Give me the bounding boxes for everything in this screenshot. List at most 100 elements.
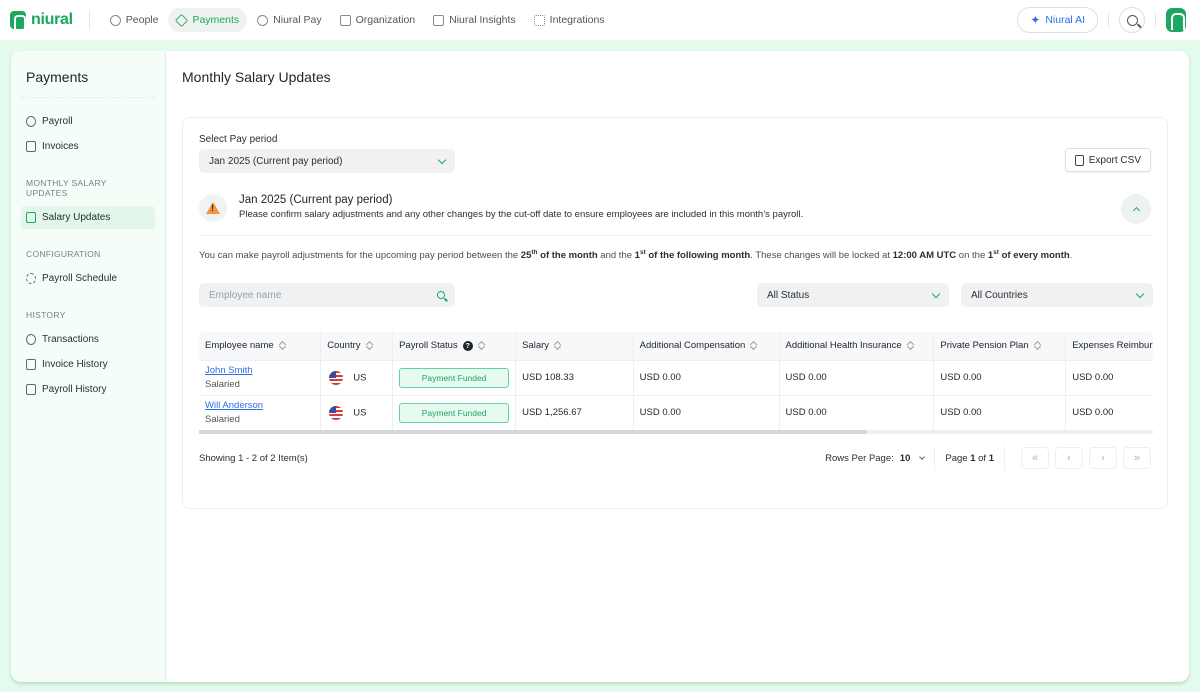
next-page-button[interactable]: ›	[1089, 447, 1117, 469]
table-header-row: Employee name Country Payroll Status? Sa…	[199, 332, 1153, 360]
divider	[1004, 446, 1005, 470]
page-indicator: Page 1 of 1	[945, 453, 994, 464]
salary-cell: USD 1,256.67	[515, 394, 634, 430]
help-icon[interactable]: ?	[462, 340, 473, 351]
chevron-down-icon	[1135, 289, 1145, 298]
collapse-alert-button[interactable]	[1121, 194, 1151, 224]
country-filter-select[interactable]: All Countries	[961, 283, 1153, 307]
sidebar-item-invoices[interactable]: Invoices	[21, 135, 155, 158]
niural-logo-icon	[10, 11, 26, 29]
sort-icon[interactable]	[279, 341, 286, 350]
country-code: US	[353, 372, 367, 384]
nav-item-niural-insights[interactable]: Niural Insights	[425, 8, 524, 32]
topbar-actions: ✦ Niural AI	[1017, 7, 1186, 33]
additional-compensation-cell: USD 0.00	[633, 359, 780, 395]
sort-icon[interactable]	[478, 341, 485, 350]
last-page-button[interactable]: »	[1123, 447, 1151, 469]
column-header-country[interactable]: Country	[320, 332, 394, 360]
scrollbar-thumb[interactable]	[199, 430, 867, 434]
us-flag-icon	[329, 405, 344, 420]
previous-page-button[interactable]: ‹	[1055, 447, 1083, 469]
column-label: Salary	[522, 340, 550, 352]
info-text: of the month	[537, 250, 598, 262]
info-time: 12:00 AM UTC	[892, 250, 957, 262]
nav-item-organization[interactable]: Organization	[332, 8, 424, 32]
sidebar-item-payroll[interactable]: Payroll	[21, 110, 155, 133]
column-header-salary[interactable]: Salary	[515, 332, 634, 360]
column-header-additional-compensation[interactable]: Additional Compensation	[633, 332, 780, 360]
column-label: Employee name	[205, 340, 274, 352]
employee-cell: Will Anderson Salaried	[199, 394, 322, 430]
employee-name-link[interactable]: Will Anderson	[205, 400, 314, 411]
chevron-left-icon: ‹	[1067, 452, 1071, 464]
nav-item-niural-pay[interactable]: Niural Pay	[249, 8, 329, 32]
salary-table-wrap: Employee name Country Payroll Status? Sa…	[199, 332, 1153, 434]
chevron-down-icon	[919, 454, 926, 460]
sidebar-item-salary-updates[interactable]: Salary Updates	[21, 206, 155, 229]
divider	[1108, 12, 1109, 28]
pay-period-select[interactable]: Jan 2025 (Current pay period)	[199, 149, 455, 173]
nav-item-people[interactable]: People	[102, 8, 167, 32]
column-label: Expenses Reimbursement	[1072, 340, 1153, 352]
sidebar-item-invoice-history[interactable]: Invoice History	[21, 353, 155, 376]
money-bag-icon	[26, 116, 36, 127]
expenses-cell: USD 0.00	[1065, 359, 1153, 395]
warning-icon	[206, 202, 220, 214]
info-text: . These changes will be locked at	[750, 250, 893, 262]
column-header-private-pension-plan[interactable]: Private Pension Plan	[933, 332, 1067, 360]
sidebar-item-payroll-schedule[interactable]: Payroll Schedule	[21, 267, 155, 290]
divider	[1155, 12, 1156, 28]
column-header-payroll-status[interactable]: Payroll Status?	[392, 332, 517, 360]
sort-icon[interactable]	[750, 341, 757, 350]
nav-item-payments[interactable]: Payments	[168, 8, 248, 32]
pension-cell: USD 0.00	[933, 359, 1067, 395]
column-header-employee-name[interactable]: Employee name	[199, 332, 322, 360]
column-header-additional-health-insurance[interactable]: Additional Health Insurance	[779, 332, 935, 360]
export-csv-button[interactable]: Export CSV	[1064, 148, 1151, 172]
info-day: 25	[520, 250, 532, 262]
global-search-button[interactable]	[1119, 7, 1145, 33]
status-badge: Payment Funded	[399, 402, 510, 423]
employment-type: Salaried	[205, 414, 240, 426]
column-label: Additional Compensation	[639, 340, 746, 352]
pagination: Rows Per Page: 10 Page 1 of 1 « ‹ › »	[825, 446, 1151, 470]
sort-icon[interactable]	[1034, 341, 1041, 350]
sidebar-item-payroll-history[interactable]: Payroll History	[21, 378, 155, 401]
info-text: of every month	[998, 250, 1070, 262]
rows-per-page-select[interactable]: Rows Per Page: 10	[825, 452, 926, 464]
grid-icon	[533, 14, 545, 26]
chevron-right-icon: ›	[1101, 452, 1105, 464]
salary-list-icon	[26, 212, 36, 223]
employee-search-placeholder: Employee name	[209, 289, 282, 301]
calendar-icon	[26, 384, 36, 395]
rows-per-page-label: Rows Per Page:	[825, 452, 894, 464]
nav-item-integrations[interactable]: Integrations	[526, 8, 613, 32]
sort-icon[interactable]	[366, 341, 373, 350]
top-nav-bar: niural People Payments Niural Pay Organi…	[0, 0, 1200, 40]
sidebar-section-heading: CONFIGURATION	[26, 249, 101, 259]
niural-ai-button[interactable]: ✦ Niural AI	[1017, 7, 1098, 33]
sidebar-item-transactions[interactable]: Transactions	[21, 328, 155, 351]
sort-icon[interactable]	[907, 341, 914, 350]
sort-icon[interactable]	[554, 341, 561, 350]
showing-count: Showing 1 - 2 of 2 Item(s)	[199, 452, 308, 464]
column-header-expenses-reimbursement[interactable]: Expenses Reimbursement	[1065, 332, 1153, 360]
brand-name: niural	[31, 11, 73, 28]
user-avatar[interactable]	[1166, 8, 1186, 32]
first-page-button[interactable]: «	[1021, 447, 1049, 469]
niural-logo[interactable]: niural	[10, 11, 73, 29]
sidebar-item-label: Payroll Schedule	[42, 273, 118, 284]
sidebar-item-label: Payroll History	[42, 384, 107, 395]
employee-search-input[interactable]: Employee name	[199, 283, 455, 307]
column-label: Private Pension Plan	[940, 340, 1029, 352]
sidebar-section-heading: HISTORY	[26, 310, 66, 320]
page-total: 1	[988, 452, 994, 464]
table-horizontal-scrollbar[interactable]	[199, 430, 1153, 434]
pay-period-value: Jan 2025 (Current pay period)	[209, 155, 343, 167]
table-footer: Showing 1 - 2 of 2 Item(s) Rows Per Page…	[199, 445, 1151, 471]
employee-name-link[interactable]: John Smith	[205, 365, 314, 376]
info-text: of the following month	[645, 250, 751, 262]
status-filter-select[interactable]: All Status	[757, 283, 949, 307]
info-text: .	[1069, 250, 1073, 262]
pay-period-alert: Jan 2025 (Current pay period) Please con…	[199, 192, 1151, 236]
